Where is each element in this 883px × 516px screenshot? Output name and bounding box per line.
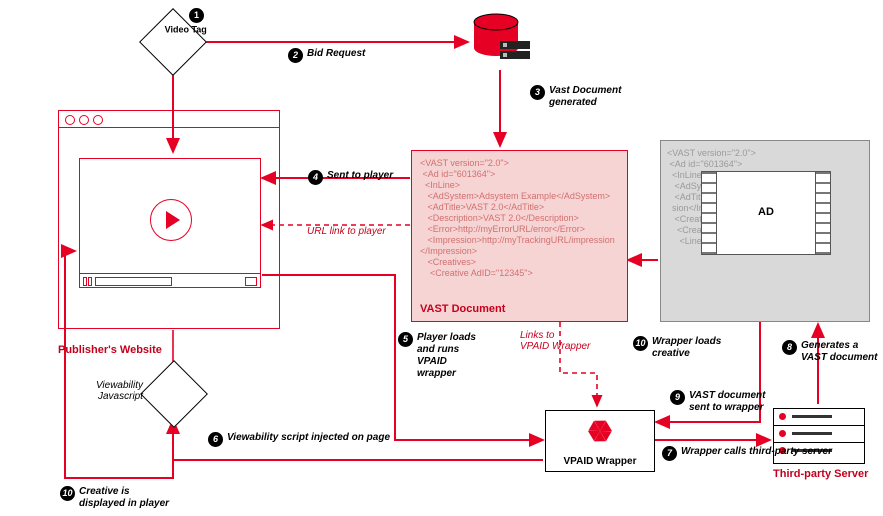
- ad-creative: AD: [701, 171, 831, 255]
- publisher-website: [58, 127, 280, 329]
- ad-label: AD: [702, 206, 830, 218]
- viewability-label: Viewability Javascript: [95, 380, 143, 402]
- step-8: 8Generates a VAST document: [782, 340, 877, 364]
- vast-document-code: <VAST version="2.0"> <Ad id="601364"> <I…: [420, 158, 621, 279]
- publisher-website-label: Publisher's Website: [58, 344, 162, 356]
- step-7: 7Wrapper calls third-party server: [662, 446, 832, 461]
- browser-chrome: [58, 110, 280, 128]
- viewability-node: [150, 370, 198, 418]
- play-icon: [150, 199, 192, 241]
- database-icon: [470, 13, 532, 67]
- step-9: 9VAST document sent to wrapper: [670, 390, 765, 414]
- vpaid-hex-icon: [586, 417, 614, 448]
- video-player: [79, 158, 261, 288]
- step-3: 3Vast Document generated: [530, 85, 621, 109]
- video-tag-label: Video Tag: [163, 24, 209, 34]
- step-5: 5Player loads and runs VPAID wrapper: [398, 332, 476, 380]
- step-2: 2Bid Request: [288, 48, 365, 63]
- third-party-server-label: Third-party Server: [773, 468, 868, 480]
- video-controls-bar: [80, 273, 260, 288]
- step-1-badge: 1: [189, 8, 204, 23]
- annotation-links-vpaid: Links to VPAID Wrapper: [520, 330, 590, 352]
- vpaid-wrapper-label: VPAID Wrapper: [546, 456, 654, 467]
- video-tag-node: Video Tag: [149, 18, 197, 66]
- step-6: 6Viewability script injected on page: [208, 432, 390, 447]
- annotation-url-link: URL link to player: [307, 226, 386, 237]
- step-10a: 10Wrapper loads creative: [633, 336, 721, 360]
- vpaid-wrapper: VPAID Wrapper: [545, 410, 655, 472]
- step-10b: 10Creative is displayed in player: [60, 486, 169, 510]
- vast-document-title: VAST Document: [420, 303, 505, 315]
- step-4: 4Sent to player: [308, 170, 393, 185]
- third-party-document: <VAST version="2.0"> <Ad id="601364"> <I…: [660, 140, 870, 322]
- vast-document: <VAST version="2.0"> <Ad id="601364"> <I…: [411, 150, 628, 322]
